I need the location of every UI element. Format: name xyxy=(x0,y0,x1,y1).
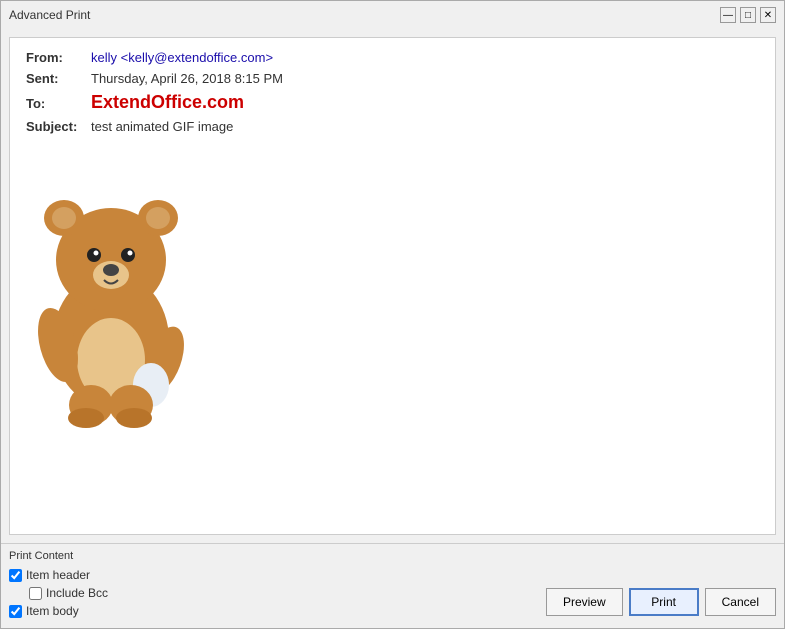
close-button[interactable]: ✕ xyxy=(760,7,776,23)
from-label: From: xyxy=(26,50,91,65)
title-bar-left: Advanced Print xyxy=(9,8,90,22)
item-header-row: Item header xyxy=(9,568,108,582)
preview-button[interactable]: Preview xyxy=(546,588,623,616)
to-label: To: xyxy=(26,96,91,111)
main-window: Advanced Print — □ ✕ From: kelly <kelly@… xyxy=(0,0,785,629)
email-from-row: From: kelly <kelly@extendoffice.com> xyxy=(26,50,759,65)
window-content: From: kelly <kelly@extendoffice.com> Sen… xyxy=(1,29,784,543)
bear-illustration xyxy=(26,150,196,430)
action-buttons: Preview Print Cancel xyxy=(546,588,776,620)
bear-image-container xyxy=(26,150,759,433)
email-fields: From: kelly <kelly@extendoffice.com> Sen… xyxy=(26,50,759,134)
include-bcc-label[interactable]: Include Bcc xyxy=(46,586,108,600)
email-preview: From: kelly <kelly@extendoffice.com> Sen… xyxy=(9,37,776,535)
title-bar: Advanced Print — □ ✕ xyxy=(1,1,784,29)
cancel-button[interactable]: Cancel xyxy=(705,588,776,616)
include-bcc-row: Include Bcc xyxy=(29,586,108,600)
item-body-label[interactable]: Item body xyxy=(26,604,79,618)
subject-value: test animated GIF image xyxy=(91,119,233,134)
subject-label: Subject: xyxy=(26,119,91,134)
sent-label: Sent: xyxy=(26,71,91,86)
item-header-checkbox[interactable] xyxy=(9,569,22,582)
title-bar-controls: — □ ✕ xyxy=(720,7,776,23)
print-button[interactable]: Print xyxy=(629,588,699,616)
item-body-checkbox[interactable] xyxy=(9,605,22,618)
print-content-section: Print Content Item header Include Bcc It… xyxy=(9,550,108,620)
print-content-title: Print Content xyxy=(9,550,108,562)
item-header-label[interactable]: Item header xyxy=(26,568,90,582)
item-body-row: Item body xyxy=(9,604,108,618)
email-subject-row: Subject: test animated GIF image xyxy=(26,119,759,134)
minimize-button[interactable]: — xyxy=(720,7,736,23)
from-value: kelly <kelly@extendoffice.com> xyxy=(91,50,273,65)
maximize-button[interactable]: □ xyxy=(740,7,756,23)
sent-value: Thursday, April 26, 2018 8:15 PM xyxy=(91,71,283,86)
bottom-panel: Print Content Item header Include Bcc It… xyxy=(1,543,784,628)
window-title: Advanced Print xyxy=(9,8,90,22)
email-to-row: To: ExtendOffice.com xyxy=(26,92,759,113)
to-value: ExtendOffice.com xyxy=(91,92,244,113)
email-sent-row: Sent: Thursday, April 26, 2018 8:15 PM xyxy=(26,71,759,86)
include-bcc-checkbox[interactable] xyxy=(29,587,42,600)
